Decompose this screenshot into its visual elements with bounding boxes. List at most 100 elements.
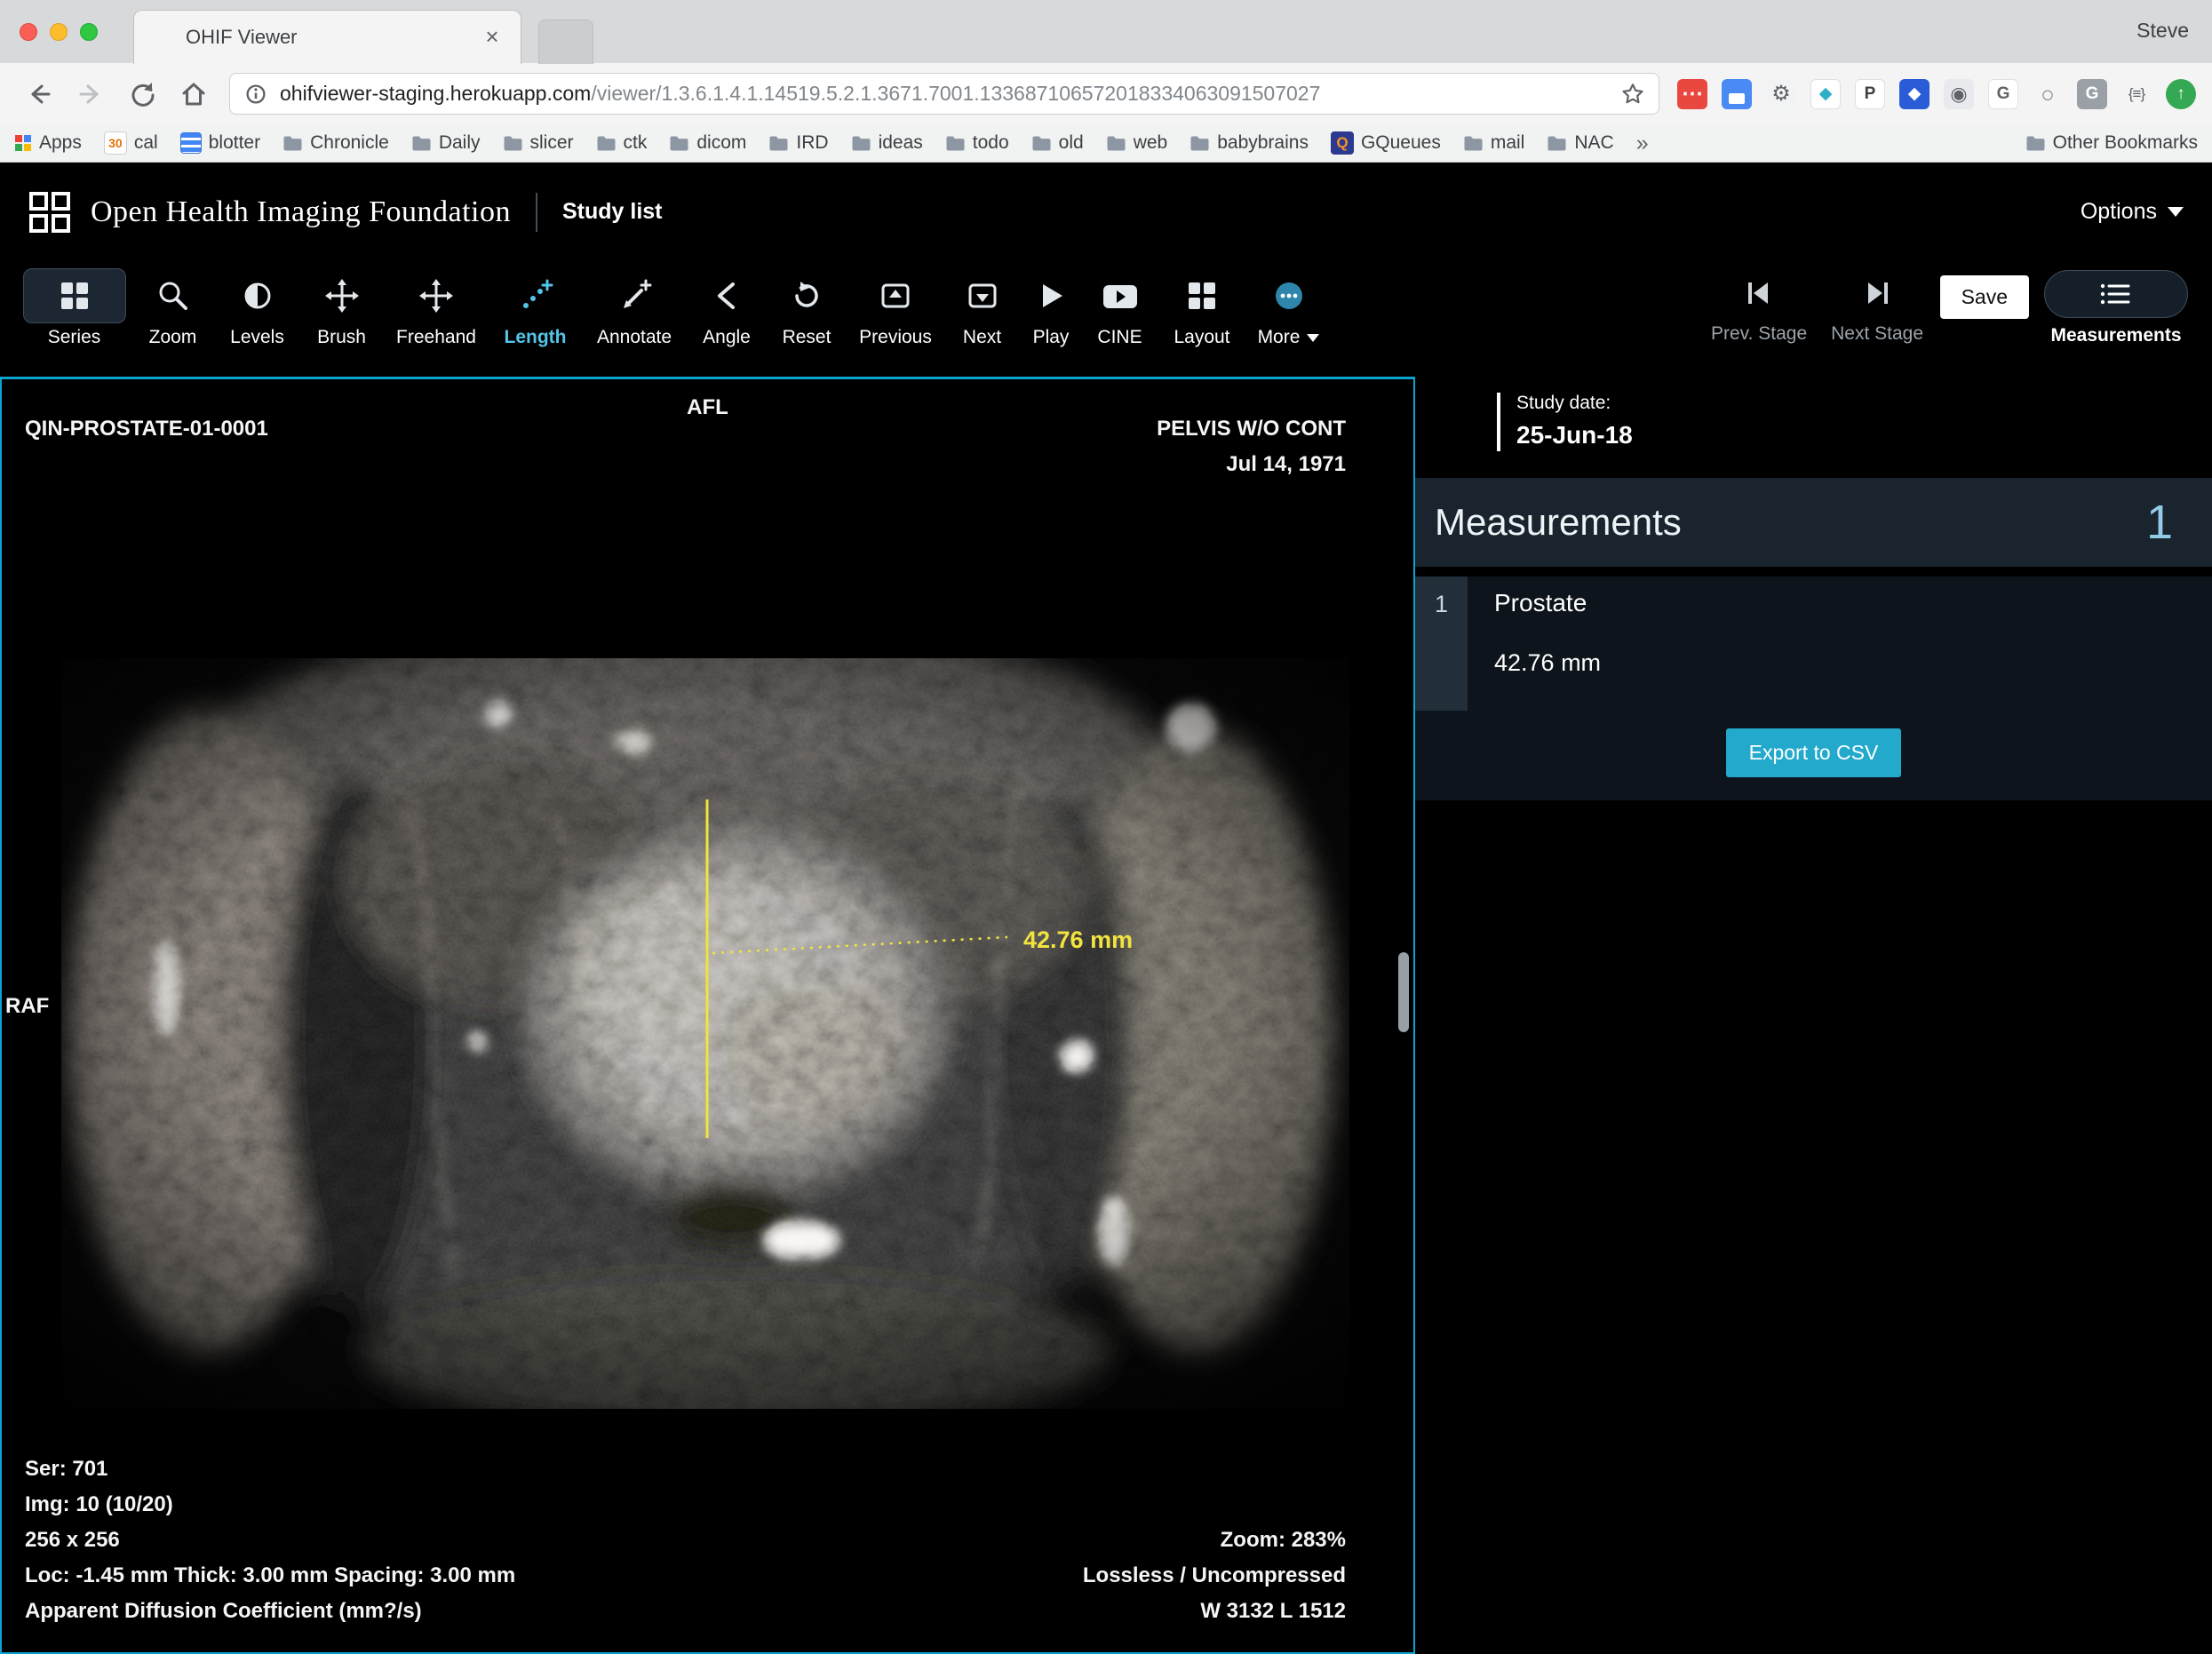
document-icon xyxy=(180,132,202,154)
mri-image xyxy=(61,658,1349,1409)
green-update-extension-icon[interactable]: ↑ xyxy=(2166,79,2196,109)
tool-freehand[interactable]: Freehand xyxy=(384,261,489,377)
tool-zoom[interactable]: Zoom xyxy=(131,261,215,377)
bottom-left-overlay: Ser: 701 Img: 10 (10/20) 256 x 256 Loc: … xyxy=(25,1451,515,1629)
caret-down-icon xyxy=(1307,334,1319,342)
home-button[interactable] xyxy=(171,71,217,117)
measurements-toggle[interactable]: Measurements xyxy=(2036,261,2196,346)
bookmark-gqueues[interactable]: Q GQueues xyxy=(1331,131,1441,155)
bookmark-dicom[interactable]: dicom xyxy=(669,132,746,154)
bookmark-babybrains[interactable]: babybrains xyxy=(1190,132,1309,154)
bookmark-other-bookmarks[interactable]: Other Bookmarks xyxy=(2025,132,2198,154)
url-bar[interactable]: ohifviewer-staging.herokuapp.com/viewer/… xyxy=(229,73,1659,115)
image-viewport[interactable]: 42.76 mm QIN-PROSTATE-01-0001 AFL PELVIS… xyxy=(0,377,1415,1654)
series-description: Apparent Diffusion Coefficient (mm?/s) xyxy=(25,1594,515,1629)
blue-window-extension-icon[interactable] xyxy=(1722,79,1752,109)
study-date-line: Jul 14, 1971 xyxy=(1157,447,1346,482)
study-date-accent-bar xyxy=(1497,393,1500,451)
bookmark-nac[interactable]: NAC xyxy=(1547,132,1613,154)
tool-cine[interactable]: CINE xyxy=(1082,261,1158,377)
bookmark-todo[interactable]: todo xyxy=(945,132,1009,154)
reload-button[interactable] xyxy=(119,71,165,117)
tool-previous[interactable]: Previous xyxy=(847,261,944,377)
tool-label: Reset xyxy=(783,327,831,348)
bookmark-star-icon[interactable] xyxy=(1619,81,1646,107)
folder-icon xyxy=(851,135,871,152)
bookmark-blotter[interactable]: blotter xyxy=(180,132,260,154)
camera-extension-icon[interactable]: ◉ xyxy=(1944,79,1974,109)
caret-down-icon xyxy=(2168,207,2184,217)
bookmark-mail[interactable]: mail xyxy=(1463,132,1525,154)
profile-name[interactable]: Steve xyxy=(2136,19,2189,43)
gear-extension-icon[interactable]: ⚙ xyxy=(1766,79,1796,109)
tool-label: Next xyxy=(963,327,1001,348)
tool-more[interactable]: More xyxy=(1246,261,1331,377)
window-glyph xyxy=(1729,93,1745,104)
forward-button[interactable] xyxy=(68,71,114,117)
bookmark-old[interactable]: old xyxy=(1031,132,1084,154)
bookmark-web[interactable]: web xyxy=(1106,132,1168,154)
folder-icon xyxy=(669,135,689,152)
code-braces-extension-icon[interactable]: {≡} xyxy=(2121,79,2152,109)
g-extension-icon[interactable]: G xyxy=(1988,79,2018,109)
back-button[interactable] xyxy=(16,71,62,117)
study-list-link[interactable]: Study list xyxy=(562,199,663,225)
page-info-icon[interactable] xyxy=(243,81,269,107)
bookmark-label: dicom xyxy=(696,132,746,154)
blue-diamond-extension-icon[interactable]: ◆ xyxy=(1899,79,1930,109)
export-csv-button[interactable]: Export to CSV xyxy=(1726,728,1902,777)
tool-label: Zoom xyxy=(149,327,197,348)
tool-annotate[interactable]: Annotate xyxy=(582,261,687,377)
circle-extension-icon[interactable]: ○ xyxy=(2033,79,2063,109)
folder-icon xyxy=(1106,135,1126,152)
bookmark-label: babybrains xyxy=(1217,132,1309,154)
play-icon xyxy=(1033,268,1069,323)
gqueues-icon: Q xyxy=(1331,131,1354,155)
tool-levels[interactable]: Levels xyxy=(215,261,299,377)
teal-diamond-extension-icon[interactable]: ◆ xyxy=(1810,79,1841,109)
red-menu-extension-icon[interactable]: ⋯ xyxy=(1677,79,1707,109)
folder-icon xyxy=(411,135,432,152)
tool-play[interactable]: Play xyxy=(1020,261,1082,377)
prev-stage-button[interactable]: Prev. Stage xyxy=(1704,261,1815,345)
minimize-window-button[interactable] xyxy=(50,23,68,41)
bookmark-cal[interactable]: 30 cal xyxy=(104,131,158,155)
main-content: 42.76 mm QIN-PROSTATE-01-0001 AFL PELVIS… xyxy=(0,377,2212,1654)
bookmark-apps[interactable]: Apps xyxy=(14,132,82,154)
save-button[interactable]: Save xyxy=(1940,275,2029,319)
bookmark-chronicle[interactable]: Chronicle xyxy=(282,132,389,154)
bookmark-ideas[interactable]: ideas xyxy=(851,132,923,154)
bookmarks-overflow-chevron[interactable]: » xyxy=(1636,131,1649,156)
tab-close-icon[interactable]: × xyxy=(478,23,506,52)
options-menu[interactable]: Options xyxy=(2081,199,2184,225)
next-stage-button[interactable]: Next Stage xyxy=(1822,261,1933,345)
bookmark-slicer[interactable]: slicer xyxy=(503,132,574,154)
tool-series[interactable]: Series xyxy=(18,261,131,377)
next-stage-label: Next Stage xyxy=(1831,323,1923,345)
tool-brush[interactable]: Brush xyxy=(299,261,384,377)
stack-scrollbar[interactable] xyxy=(1398,952,1409,1032)
bookmark-label: ideas xyxy=(879,132,923,154)
orientation-left-marker: RAF xyxy=(5,989,49,1024)
measurement-name[interactable]: Prostate xyxy=(1494,589,1601,617)
close-window-button[interactable] xyxy=(20,23,37,41)
bookmark-label: ctk xyxy=(624,132,648,154)
zoom-level: Zoom: 283% xyxy=(1083,1523,1346,1558)
bookmark-ird[interactable]: IRD xyxy=(768,132,828,154)
tool-layout[interactable]: Layout xyxy=(1158,261,1246,377)
tool-reset[interactable]: Reset xyxy=(767,261,847,377)
fullscreen-window-button[interactable] xyxy=(80,23,98,41)
measurement-row[interactable]: 1 Prostate 42.76 mm xyxy=(1415,577,2212,711)
tool-angle[interactable]: Angle xyxy=(687,261,767,377)
tool-next[interactable]: Next xyxy=(944,261,1020,377)
ohif-logo-icon xyxy=(28,191,71,234)
gray-g-extension-icon[interactable]: G xyxy=(2077,79,2107,109)
tool-length[interactable]: Length xyxy=(489,261,582,377)
bookmark-daily[interactable]: Daily xyxy=(411,132,481,154)
p-extension-icon[interactable]: P xyxy=(1855,79,1885,109)
bottom-right-overlay: Zoom: 283% Lossless / Uncompressed W 313… xyxy=(1083,1523,1346,1629)
browser-tab[interactable]: OHIF Viewer × xyxy=(133,10,521,64)
bookmark-ctk[interactable]: ctk xyxy=(596,132,648,154)
length-measure-icon xyxy=(518,268,553,323)
new-tab-button[interactable] xyxy=(538,20,593,64)
